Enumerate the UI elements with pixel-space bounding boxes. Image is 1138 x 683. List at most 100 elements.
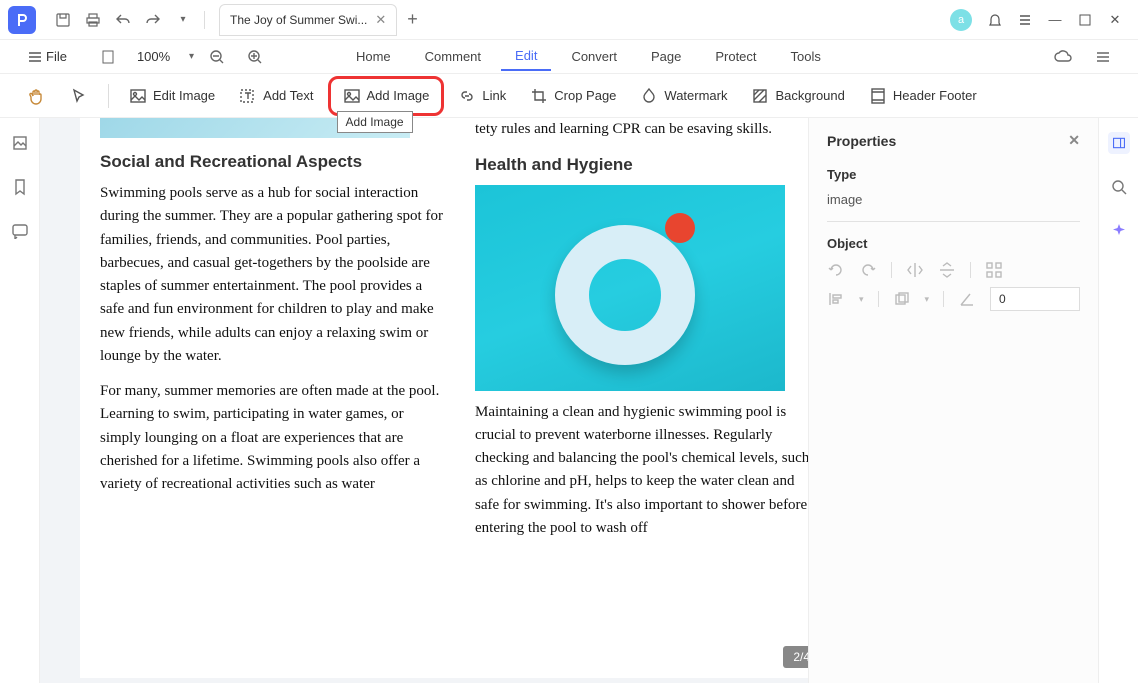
- menu-home[interactable]: Home: [342, 43, 405, 70]
- search-icon[interactable]: [1108, 176, 1130, 198]
- link-label: Link: [482, 88, 506, 103]
- hand-tool[interactable]: [18, 81, 56, 111]
- left-rail: [0, 118, 40, 683]
- crop-icon: [530, 87, 548, 105]
- menu-protect[interactable]: Protect: [701, 43, 770, 70]
- tab-title: The Joy of Summer Swi...: [230, 13, 367, 27]
- document-viewport[interactable]: Social and Recreational Aspects Swimming…: [40, 118, 808, 683]
- angle-icon[interactable]: [958, 290, 976, 308]
- swim-ring-graphic: [555, 225, 695, 365]
- edit-image-button[interactable]: Edit Image: [119, 81, 225, 111]
- rotate-right-icon[interactable]: [859, 261, 877, 279]
- header-footer-icon: [869, 87, 887, 105]
- settings-lines-icon[interactable]: [1094, 48, 1112, 66]
- app-logo[interactable]: [8, 6, 36, 34]
- type-value: image: [827, 192, 1080, 207]
- properties-toggle-icon[interactable]: [1108, 132, 1130, 154]
- select-tool[interactable]: [60, 81, 98, 111]
- titlebar: ▾ The Joy of Summer Swi... ✕ + a ― ✕: [0, 0, 1138, 40]
- properties-title: Properties: [827, 133, 896, 149]
- edit-image-icon: [129, 87, 147, 105]
- paragraph-left-2: For many, summer memories are often made…: [100, 380, 445, 496]
- add-image-highlight: Add Image Add Image: [328, 76, 445, 116]
- window-maximize[interactable]: [1070, 5, 1100, 35]
- watermark-button[interactable]: Watermark: [630, 81, 737, 111]
- crop-page-label: Crop Page: [554, 88, 616, 103]
- type-label: Type: [827, 167, 1080, 182]
- page-view-icon[interactable]: [99, 48, 117, 66]
- properties-close-icon[interactable]: ✕: [1068, 132, 1080, 149]
- paragraph-right-1: Maintaining a clean and hygienic swimmin…: [475, 401, 808, 541]
- add-text-label: Add Text: [263, 88, 313, 103]
- crop-page-button[interactable]: Crop Page: [520, 81, 626, 111]
- edit-image-label: Edit Image: [153, 88, 215, 103]
- add-image-icon: [343, 87, 361, 105]
- heading-health: Health and Hygiene: [475, 155, 808, 175]
- tab-close-icon[interactable]: ✕: [375, 12, 386, 28]
- flip-vertical-icon[interactable]: [938, 261, 956, 279]
- heading-social: Social and Recreational Aspects: [100, 152, 445, 172]
- dropdown-caret-icon[interactable]: ▾: [174, 11, 192, 29]
- menu-edit[interactable]: Edit: [501, 42, 551, 71]
- add-text-button[interactable]: Add Text: [229, 81, 323, 111]
- arrange-icon[interactable]: [893, 290, 911, 308]
- align-icon[interactable]: [827, 290, 845, 308]
- cloud-icon[interactable]: [1054, 48, 1072, 66]
- menubar: File 100% ▾ Home Comment Edit Convert Pa…: [0, 40, 1138, 74]
- menu-comment[interactable]: Comment: [411, 43, 495, 70]
- background-icon: [751, 87, 769, 105]
- user-avatar[interactable]: a: [950, 9, 972, 31]
- align-dropdown-icon[interactable]: ▾: [859, 294, 864, 305]
- zoom-in-icon[interactable]: [246, 48, 264, 66]
- window-minimize[interactable]: ―: [1040, 5, 1070, 35]
- header-footer-button[interactable]: Header Footer: [859, 81, 987, 111]
- watermark-label: Watermark: [664, 88, 727, 103]
- edit-toolbar: Edit Image Add Text Add Image Add Image …: [0, 74, 1138, 118]
- redo-icon[interactable]: [144, 11, 162, 29]
- properties-panel: Properties ✕ Type image Object ▾ ▾: [808, 118, 1098, 683]
- hand-icon: [28, 87, 46, 105]
- notification-icon[interactable]: [980, 5, 1010, 35]
- ball-graphic: [665, 213, 695, 243]
- menu-icon[interactable]: [1010, 5, 1040, 35]
- menu-page[interactable]: Page: [637, 43, 695, 70]
- page-indicator: 2/4: [783, 646, 808, 668]
- save-icon[interactable]: [54, 11, 72, 29]
- ai-sparkle-icon[interactable]: [1108, 220, 1130, 242]
- file-menu[interactable]: File: [20, 45, 75, 68]
- document-tab[interactable]: The Joy of Summer Swi... ✕: [219, 4, 397, 36]
- pool-image[interactable]: [475, 185, 785, 391]
- file-label: File: [46, 49, 67, 64]
- rotate-left-icon[interactable]: [827, 261, 845, 279]
- document-page: Social and Recreational Aspects Swimming…: [80, 118, 808, 678]
- header-footer-label: Header Footer: [893, 88, 977, 103]
- object-label: Object: [827, 236, 1080, 251]
- add-image-button[interactable]: Add Image: [333, 81, 440, 111]
- watermark-icon: [640, 87, 658, 105]
- bookmarks-icon[interactable]: [9, 176, 31, 198]
- add-image-label: Add Image: [367, 88, 430, 103]
- zoom-value[interactable]: 100%: [131, 47, 181, 66]
- rotation-input[interactable]: [990, 287, 1080, 311]
- print-icon[interactable]: [84, 11, 102, 29]
- link-icon: [458, 87, 476, 105]
- add-image-tooltip: Add Image: [337, 111, 413, 133]
- cursor-icon: [70, 87, 88, 105]
- thumbnails-icon[interactable]: [9, 132, 31, 154]
- paragraph-left-1: Swimming pools serve as a hub for social…: [100, 182, 445, 368]
- menu-convert[interactable]: Convert: [557, 43, 631, 70]
- menu-tools[interactable]: Tools: [777, 43, 835, 70]
- partial-text-top: tety rules and learning CPR can be esavi…: [475, 118, 808, 141]
- comments-icon[interactable]: [9, 220, 31, 242]
- background-button[interactable]: Background: [741, 81, 854, 111]
- distribute-icon[interactable]: [985, 261, 1003, 279]
- arrange-dropdown-icon[interactable]: ▾: [925, 294, 930, 305]
- link-button[interactable]: Link: [448, 81, 516, 111]
- zoom-dropdown-icon[interactable]: ▾: [189, 51, 194, 62]
- undo-icon[interactable]: [114, 11, 132, 29]
- window-close[interactable]: ✕: [1100, 5, 1130, 35]
- new-tab-button[interactable]: +: [407, 9, 418, 30]
- flip-horizontal-icon[interactable]: [906, 261, 924, 279]
- zoom-out-icon[interactable]: [208, 48, 226, 66]
- workspace: Social and Recreational Aspects Swimming…: [0, 118, 1138, 683]
